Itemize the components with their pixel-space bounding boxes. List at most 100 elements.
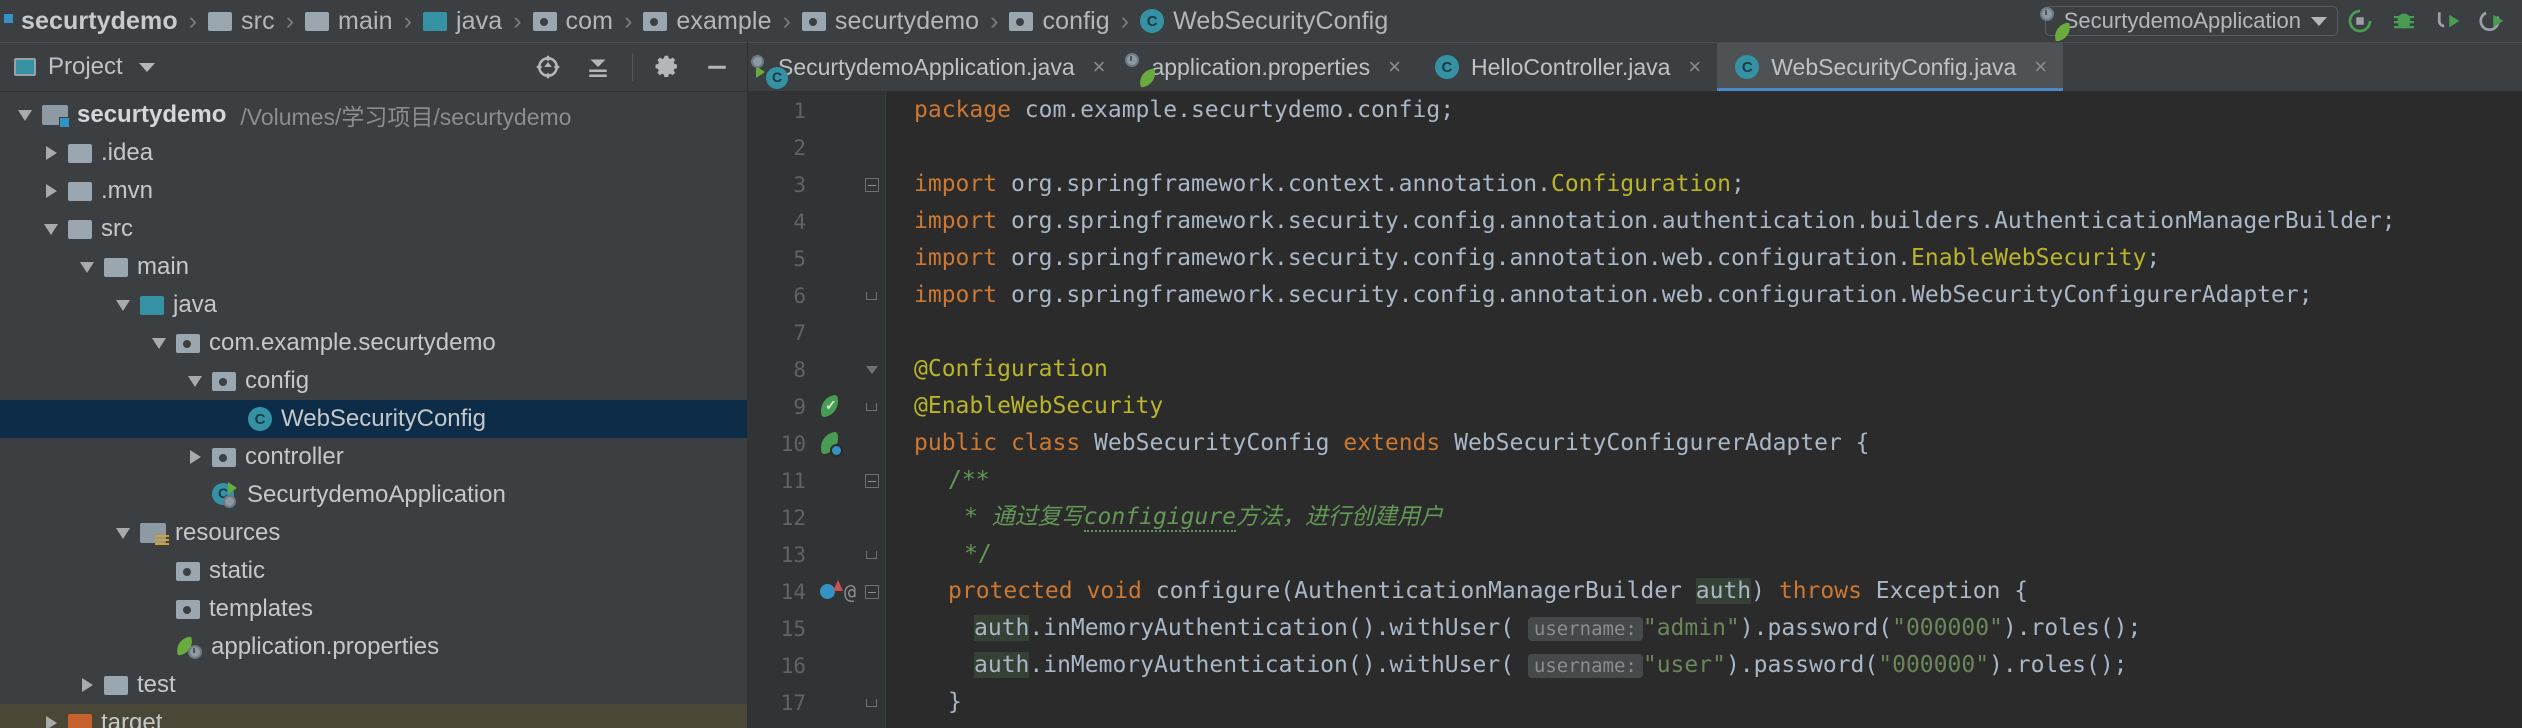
tree-item-resources[interactable]: resources [0, 514, 747, 552]
chevron-right-icon[interactable] [74, 666, 100, 704]
code-line-8: @Configuration [914, 356, 1108, 382]
tree-item-label: target [101, 709, 163, 728]
line-number: 12 [780, 505, 806, 530]
tree-item-target[interactable]: target [0, 704, 747, 728]
tree-item-controller[interactable]: controller [0, 438, 747, 476]
breadcrumb-item-config[interactable]: config [1007, 0, 1111, 42]
spring-bean-gutter-icon[interactable]: ✓ [818, 394, 858, 419]
keyword-import: import [914, 245, 998, 271]
tree-item-idea[interactable]: .idea [0, 134, 747, 172]
fold-end-imports[interactable] [858, 291, 885, 300]
module-icon [42, 105, 70, 128]
tree-item-label: resources [175, 519, 281, 546]
minimize-icon[interactable] [693, 43, 741, 91]
fold-marker-imports[interactable] [858, 177, 885, 192]
close-icon[interactable]: × [1388, 54, 1401, 80]
locate-icon[interactable] [524, 43, 572, 91]
project-panel-toolbar [524, 43, 741, 91]
override-method-gutter-icon[interactable]: @ [818, 579, 858, 604]
tab-hellocontroller-java[interactable]: C HelloController.java × [1417, 43, 1717, 91]
chevron-down-icon[interactable] [146, 324, 172, 362]
tree-item-package-com-example-securtydemo[interactable]: com.example.securtydemo [0, 324, 747, 362]
chevron-right-icon[interactable] [38, 172, 64, 210]
run-configuration-selector[interactable]: SecurtydemoApplication [2039, 6, 2338, 42]
tree-item-websecurityconfig[interactable]: C WebSecurityConfig [0, 400, 747, 438]
fold-end-annotations[interactable] [858, 402, 885, 411]
chevron-right-icon[interactable] [38, 704, 64, 728]
package-icon [176, 333, 200, 353]
tree-item-label: src [101, 215, 133, 242]
close-icon[interactable]: × [1688, 54, 1701, 80]
keyword-throws: throws [1778, 578, 1862, 604]
breadcrumb-label: java [455, 6, 503, 35]
spring-bean-gutter-icon[interactable] [818, 431, 858, 457]
editor-gutter[interactable]: 1 2 3 4 5 6 7 8 9 ✓ 10 11 12 13 14 @ 15 … [748, 92, 858, 728]
breadcrumb-item-securtydemo[interactable]: securtydemo [3, 0, 180, 42]
tree-item-static[interactable]: static [0, 552, 747, 590]
tree-item-label: static [209, 557, 266, 584]
breadcrumb-item-java[interactable]: java [421, 0, 504, 42]
tree-item-main[interactable]: main [0, 248, 747, 286]
package-icon [532, 11, 557, 31]
package-icon [176, 561, 200, 581]
tree-item-securtydemo[interactable]: securtydemo /Volumes/学习项目/securtydemo [0, 96, 747, 134]
package-icon [801, 11, 826, 31]
breadcrumb-label: com [565, 6, 614, 35]
chevron-right-icon[interactable] [38, 134, 64, 172]
chevron-right-icon[interactable] [182, 438, 208, 476]
breadcrumb-label: example [676, 6, 772, 35]
project-tree[interactable]: securtydemo /Volumes/学习项目/securtydemo .i… [0, 92, 747, 728]
tree-item-java[interactable]: java [0, 286, 747, 324]
debug-icon[interactable] [2382, 0, 2426, 42]
tree-item-templates[interactable]: templates [0, 590, 747, 628]
code-editor[interactable]: 1 2 3 4 5 6 7 8 9 ✓ 10 11 12 13 14 @ 15 … [748, 92, 2522, 728]
tree-item-label: templates [209, 595, 314, 622]
chevron-down-icon[interactable] [110, 514, 136, 552]
tree-item-label: securtydemo [77, 101, 227, 128]
chevron-down-icon[interactable] [38, 210, 64, 248]
breadcrumb-item-src[interactable]: src [206, 0, 277, 42]
fold-marker-annotations[interactable] [858, 365, 885, 374]
chevron-down-icon[interactable] [74, 248, 100, 286]
breadcrumb-item-websecurityconfig[interactable]: C WebSecurityConfig [1138, 0, 1390, 42]
editor-area: SecurtydemoApplication.java × applicatio… [748, 42, 2522, 728]
tree-item-src[interactable]: src [0, 210, 747, 248]
toolbar-divider [632, 53, 633, 81]
string-literal: "000000" [1892, 614, 2003, 641]
run-with-coverage-icon[interactable] [2470, 0, 2514, 42]
breadcrumb-item-example[interactable]: example [641, 0, 773, 42]
code-content[interactable]: package com.example.securtydemo.config; … [886, 92, 2522, 728]
fold-marker-javadoc[interactable] [858, 473, 885, 488]
tree-item-test[interactable]: test [0, 666, 747, 704]
tree-item-mvn[interactable]: .mvn [0, 172, 747, 210]
fold-end-javadoc[interactable] [858, 550, 885, 559]
breadcrumb-item-com[interactable]: com [531, 0, 616, 42]
rerun-icon[interactable] [2338, 0, 2382, 42]
fold-marker-method[interactable] [858, 584, 885, 599]
chevron-down-icon[interactable] [110, 286, 136, 324]
gear-icon[interactable] [643, 43, 691, 91]
breadcrumb-item-main[interactable]: main [303, 0, 395, 42]
breadcrumb-separator: › [782, 6, 791, 35]
package-icon [176, 599, 200, 619]
tab-application-properties[interactable]: application.properties × [1121, 43, 1417, 91]
tree-item-config[interactable]: config [0, 362, 747, 400]
fold-end-method[interactable] [858, 698, 885, 707]
tree-item-label: java [173, 291, 218, 318]
collapse-all-icon[interactable] [574, 43, 622, 91]
stop-icon[interactable] [2426, 0, 2470, 42]
project-view-selector[interactable]: Project [14, 53, 155, 81]
chevron-down-icon[interactable] [12, 96, 38, 134]
close-icon[interactable]: × [2034, 54, 2047, 80]
tree-item-securtydemoapplication[interactable]: SecurtydemoApplication [0, 476, 747, 514]
tree-item-label: application.properties [211, 633, 440, 660]
tab-websecurityconfig-java[interactable]: C WebSecurityConfig.java × [1717, 43, 2064, 91]
code-line-15: auth.inMemoryAuthentication().withUser( … [974, 614, 2142, 641]
code-folding-rail[interactable] [858, 92, 886, 728]
close-icon[interactable]: × [1093, 54, 1106, 80]
breadcrumb-item-securtydemo-pkg[interactable]: securtydemo [800, 0, 981, 42]
chevron-down-icon[interactable] [182, 362, 208, 400]
tab-securtydemoapplication-java[interactable]: SecurtydemoApplication.java × [748, 43, 1121, 91]
tree-item-application-properties[interactable]: application.properties [0, 628, 747, 666]
class-icon: C [1140, 9, 1165, 33]
